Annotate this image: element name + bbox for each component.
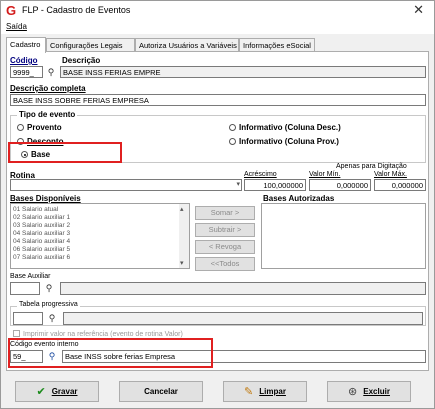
rotina-select[interactable]: ▾ bbox=[10, 179, 242, 191]
app-logo-icon: G bbox=[6, 3, 17, 18]
list-item[interactable]: 03 Salario auxiliar 2 bbox=[13, 222, 70, 229]
radio-circle-icon bbox=[17, 124, 24, 131]
base-auxiliar-desc bbox=[60, 282, 426, 295]
tipo-evento-legend: Tipo de evento bbox=[17, 110, 78, 119]
list-item[interactable]: 04 Salario auxiliar 3 bbox=[13, 230, 70, 237]
window: G FLP - Cadastro de Eventos ✕ Saída Cada… bbox=[0, 0, 435, 409]
tabela-progressiva-legend: Tabela progressiva bbox=[17, 301, 80, 308]
menu-bar: Saída bbox=[1, 21, 434, 34]
tabela-progressiva-code[interactable] bbox=[13, 312, 43, 325]
list-item[interactable]: 04 Salario auxiliar 4 bbox=[13, 238, 70, 245]
trash-icon: ⊛ bbox=[348, 386, 358, 398]
codigo-interno-highlight-box bbox=[8, 338, 213, 368]
window-title: FLP - Cadastro de Eventos bbox=[22, 5, 131, 15]
descricao-label: Descrição bbox=[62, 56, 101, 65]
chevron-down-icon[interactable]: ▾ bbox=[236, 180, 240, 189]
tab-informacoes-esocial[interactable]: Informações eSocial bbox=[239, 38, 315, 52]
excluir-button[interactable]: ⊛ Excluir bbox=[327, 381, 411, 402]
apenas-digitacao-label: Apenas para Digitação bbox=[336, 163, 407, 170]
subtrair-button[interactable]: Subtrair > bbox=[195, 223, 255, 237]
bases-disponiveis-label: Bases Disponíveis bbox=[10, 194, 81, 203]
base-auxiliar-label: Base Auxiliar bbox=[10, 273, 51, 280]
radio-informativo-prov[interactable]: Informativo (Coluna Prov.) bbox=[229, 137, 339, 146]
list-item[interactable]: 07 Salario auxiliar 6 bbox=[13, 254, 70, 261]
descricao-completa-field[interactable]: BASE INSS SOBRE FERIAS EMPRESA bbox=[10, 94, 426, 106]
todos-button[interactable]: <<Todos bbox=[195, 257, 255, 271]
chevron-down-icon[interactable]: ▾ bbox=[180, 259, 184, 267]
bases-autorizadas-list[interactable] bbox=[261, 203, 426, 269]
valor-min-field[interactable]: 0,000000 bbox=[309, 179, 371, 191]
codigo-field[interactable]: 9999_ bbox=[10, 66, 43, 78]
broom-icon: ✎ bbox=[244, 386, 254, 398]
chevron-up-icon[interactable]: ▴ bbox=[180, 205, 184, 213]
binoculars-icon[interactable]: ⚲ bbox=[45, 67, 57, 79]
codigo-label: Código bbox=[10, 56, 38, 65]
binoculars-icon[interactable]: ⚲ bbox=[43, 283, 55, 295]
bases-autorizadas-label: Bases Autorizadas bbox=[263, 194, 335, 203]
base-auxiliar-code[interactable] bbox=[10, 282, 40, 295]
cancelar-button[interactable]: Cancelar bbox=[119, 381, 203, 402]
radio-circle-icon bbox=[229, 138, 236, 145]
acrescimo-label: Acréscimo bbox=[244, 171, 277, 178]
tab-cadastro[interactable]: Cadastro bbox=[6, 37, 46, 53]
list-item[interactable]: 02 Salario auxiliar 1 bbox=[13, 214, 70, 221]
radio-provento[interactable]: Provento bbox=[17, 123, 62, 132]
valor-max-field[interactable]: 0,000000 bbox=[374, 179, 426, 191]
tabela-progressiva-group: Tabela progressiva ⚲ bbox=[10, 301, 426, 326]
list-item[interactable]: 06 Salario auxiliar 5 bbox=[13, 246, 70, 253]
descricao-field[interactable]: BASE INSS FERIAS EMPRE bbox=[60, 66, 426, 78]
cadastro-panel: Código Descrição 9999_ ⚲ BASE INSS FERIA… bbox=[6, 51, 429, 371]
list-item[interactable]: 01 Salario atual bbox=[13, 206, 58, 213]
somar-button[interactable]: Somar > bbox=[195, 206, 255, 220]
binoculars-icon[interactable]: ⚲ bbox=[46, 313, 58, 325]
base-highlight-box bbox=[8, 142, 122, 163]
descricao-completa-label: Descrição completa bbox=[10, 84, 86, 93]
imprimir-checkbox[interactable]: Imprimir valor na referência (evento de … bbox=[13, 330, 183, 338]
radio-circle-icon bbox=[229, 124, 236, 131]
limpar-button[interactable]: ✎ Limpar bbox=[223, 381, 307, 402]
checkbox-icon bbox=[13, 330, 20, 337]
radio-informativo-desc[interactable]: Informativo (Coluna Desc.) bbox=[229, 123, 341, 132]
close-icon[interactable]: ✕ bbox=[413, 2, 424, 18]
tab-autoriza-usuarios[interactable]: Autoriza Usuários a Variáveis bbox=[135, 38, 239, 52]
bases-disponiveis-list[interactable]: 01 Salario atual 02 Salario auxiliar 1 0… bbox=[10, 203, 190, 269]
valor-min-label: Valor Mín. bbox=[309, 171, 341, 178]
gravar-button[interactable]: ✔ Gravar bbox=[15, 381, 99, 402]
menu-saida[interactable]: Saída bbox=[6, 22, 27, 31]
list-scrollbar[interactable]: ▴ ▾ bbox=[179, 204, 189, 268]
revoga-button[interactable]: < Revoga bbox=[195, 240, 255, 254]
acrescimo-field[interactable]: 100,000000 bbox=[244, 179, 306, 191]
tab-configuracoes-legais[interactable]: Configurações Legais bbox=[46, 38, 135, 52]
checkmark-icon: ✔ bbox=[36, 386, 46, 398]
title-bar: G FLP - Cadastro de Eventos ✕ bbox=[1, 1, 434, 21]
valor-max-label: Valor Máx. bbox=[374, 171, 407, 178]
tabela-progressiva-desc bbox=[63, 312, 423, 325]
